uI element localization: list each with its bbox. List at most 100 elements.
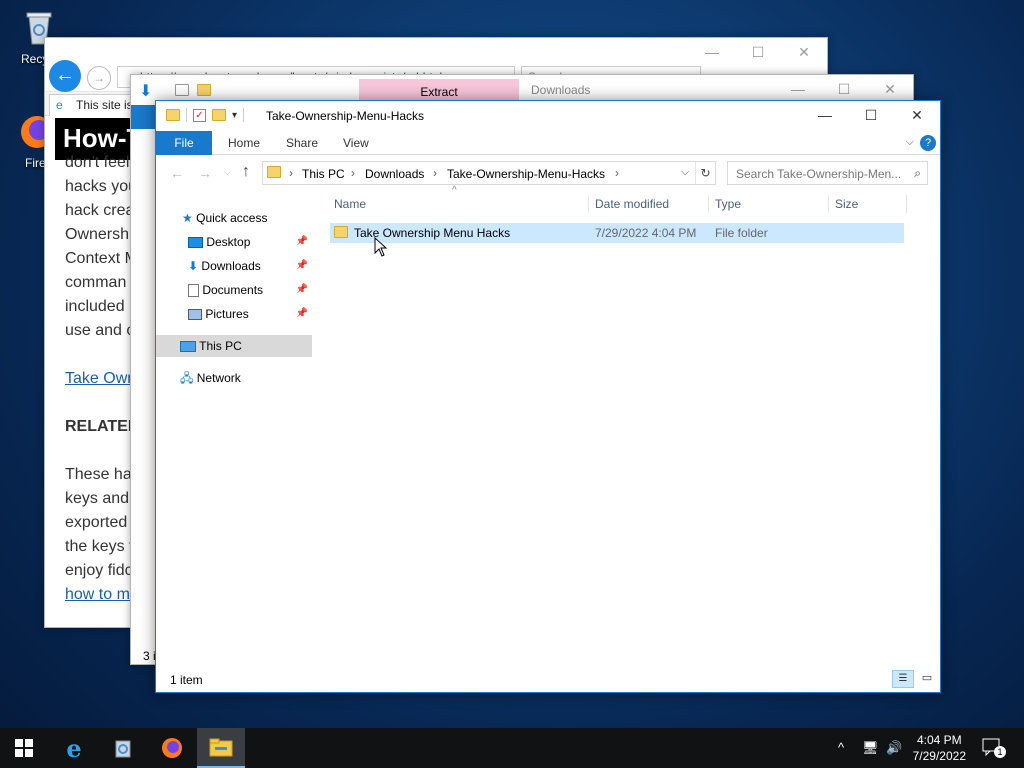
close-button[interactable]: ✕ [781, 38, 827, 66]
download-arrow-icon: ⬇ [139, 83, 153, 100]
maximize-button[interactable]: ☐ [735, 38, 781, 66]
window-title: Take-Ownership-Menu-Hacks [266, 109, 425, 123]
pin-icon[interactable]: 📌 [296, 231, 308, 253]
customize-qat-icon[interactable]: ▾ [232, 110, 237, 121]
pictures-icon [188, 309, 202, 321]
network-icon[interactable]: 🖥 [862, 740, 879, 756]
breadcrumb-current[interactable]: Take-Ownership-Menu-Hacks [447, 167, 605, 181]
file-type: File folder [715, 226, 768, 240]
ribbon-tabs: File Home Share View ⌵ ? [156, 131, 940, 155]
back-icon[interactable]: ← [49, 60, 81, 92]
article-link-2[interactable]: how to m [65, 586, 130, 603]
chevron-down-icon[interactable]: ⌵ [681, 167, 689, 178]
breadcrumb-this-pc[interactable]: This PC [302, 167, 345, 181]
star-icon: ★ [182, 211, 193, 225]
nav-quick-access[interactable]: ★ Quick access [182, 207, 267, 229]
up-icon[interactable]: ↑ [242, 163, 250, 181]
back-icon[interactable]: ← [170, 165, 184, 181]
breadcrumb-separator: › [433, 166, 437, 180]
nav-pictures[interactable]: Pictures 📌 [188, 303, 314, 325]
notification-icon[interactable]: 1 [982, 738, 1006, 758]
documents-icon [188, 284, 199, 298]
downloads-title: Downloads [531, 83, 591, 97]
tab-home[interactable]: Home [214, 131, 274, 155]
new-folder-icon[interactable] [212, 109, 226, 121]
forward-icon[interactable]: → [198, 165, 212, 181]
column-header-type[interactable]: Type [715, 197, 741, 211]
file-tab-partial[interactable] [131, 105, 155, 129]
item-count: 1 item [170, 673, 203, 687]
article-link[interactable]: Take Owr [65, 370, 133, 387]
forward-icon[interactable]: → [87, 66, 111, 90]
file-date: 7/29/2022 4:04 PM [595, 226, 697, 240]
close-button[interactable]: ✕ [867, 75, 913, 103]
nav-label: Pictures [205, 307, 249, 321]
ie-icon: e [56, 98, 63, 112]
search-input[interactable]: Search Take-Ownership-Men... ⌕ [727, 161, 928, 185]
breadcrumb-downloads[interactable]: Downloads [365, 167, 424, 181]
nav-label: This PC [199, 339, 242, 353]
maximize-button[interactable]: ☐ [848, 101, 894, 129]
volume-icon[interactable]: 🔊 [886, 740, 902, 756]
sort-indicator-icon: ^ [452, 185, 457, 196]
taskbar: e ^ 🖥 🔊 4:04 PM 7/29/2022 1 [0, 728, 1024, 768]
folder-icon [166, 109, 180, 121]
downloads-status: 3 i [143, 649, 156, 663]
nav-network[interactable]: 🖧 Network [180, 367, 241, 389]
nav-label: Documents [202, 283, 264, 297]
pin-icon[interactable]: 📌 [296, 279, 308, 301]
close-button[interactable]: ✕ [894, 101, 940, 129]
desktop-icon [188, 237, 203, 249]
explorer-titlebar: ✓ ▾ Take-Ownership-Menu-Hacks — ☐ ✕ [156, 101, 940, 131]
clock[interactable]: 4:04 PM 7/29/2022 [913, 732, 966, 764]
refresh-icon[interactable]: ↻ [695, 162, 715, 184]
properties-icon[interactable]: ✓ [193, 108, 206, 122]
expand-ribbon-icon[interactable]: ⌵ [906, 136, 914, 149]
tab-share[interactable]: Share [272, 131, 332, 155]
file-list: ^ Name Date modified Type Size Take Owne… [326, 185, 940, 668]
nav-label: Desktop [206, 235, 251, 249]
network-icon: 🖧 [180, 371, 194, 385]
nav-documents[interactable]: Documents 📌 [188, 279, 314, 301]
nav-desktop[interactable]: Desktop 📌 [188, 231, 314, 253]
tab-view[interactable]: View [329, 131, 383, 155]
tab-file[interactable]: File [156, 131, 212, 155]
folder-icon [267, 166, 281, 181]
address-bar[interactable]: › This PC › Downloads › Take-Ownership-M… [262, 161, 716, 185]
show-hidden-icons[interactable]: ^ [838, 740, 844, 755]
minimize-button[interactable]: — [689, 38, 735, 66]
column-header-date[interactable]: Date modified [595, 197, 669, 211]
breadcrumb-separator: › [289, 166, 293, 180]
pin-icon[interactable]: 📌 [296, 303, 308, 325]
navigation-pane: ★ Quick access Desktop 📌 ⬇ Downloads 📌 D… [156, 207, 314, 668]
taskbar-firefox[interactable] [148, 728, 196, 768]
computer-icon [180, 341, 196, 353]
taskbar-app[interactable] [99, 728, 147, 768]
taskbar-internet-explorer[interactable]: e [50, 728, 98, 768]
status-bar: 1 item ☰ ▭ [156, 668, 940, 692]
minimize-button[interactable]: — [775, 75, 821, 103]
quick-access-toolbar: ✓ ▾ [166, 108, 245, 122]
details-view-icon[interactable]: ☰ [892, 670, 914, 688]
clock-date: 7/29/2022 [912, 749, 966, 763]
pin-icon[interactable]: 📌 [296, 255, 308, 277]
nav-label: Quick access [196, 211, 268, 225]
column-header-size[interactable]: Size [835, 197, 858, 211]
table-row[interactable]: Take Ownership Menu Hacks 7/29/2022 4:04… [330, 223, 904, 243]
maximize-button[interactable]: ☐ [821, 75, 867, 103]
start-button[interactable] [0, 728, 48, 768]
nav-downloads[interactable]: ⬇ Downloads 📌 [188, 255, 314, 277]
column-header-name[interactable]: Name [334, 197, 366, 211]
firefox-icon [162, 738, 182, 758]
nav-this-pc[interactable]: This PC [156, 335, 312, 357]
downloads-icon: ⬇ [188, 259, 199, 273]
recent-locations-icon[interactable]: ⌵ [224, 167, 231, 178]
large-icons-view-icon[interactable]: ▭ [918, 670, 936, 688]
help-icon[interactable]: ? [920, 135, 936, 151]
recycle-app-icon [115, 740, 131, 758]
nav-label: Downloads [201, 259, 261, 273]
taskbar-file-explorer[interactable] [197, 728, 245, 768]
mouse-cursor-icon [374, 237, 388, 257]
explorer-window[interactable]: ✓ ▾ Take-Ownership-Menu-Hacks — ☐ ✕ File… [155, 100, 941, 693]
minimize-button[interactable]: — [802, 101, 848, 129]
